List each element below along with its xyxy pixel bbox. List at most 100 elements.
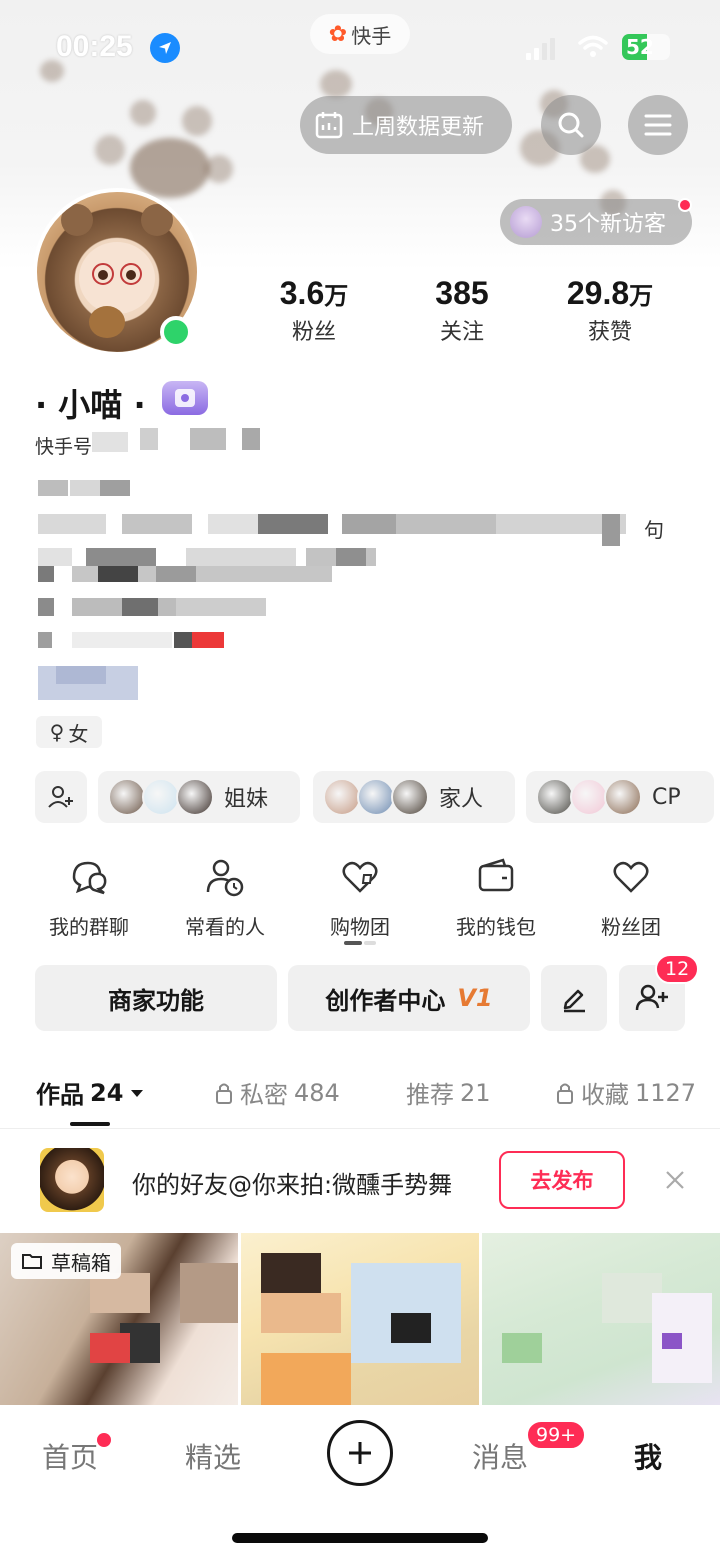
caret-down-icon [131,1089,144,1097]
menu-button[interactable] [628,95,688,155]
avatar [323,778,361,816]
quick-action-group-chat[interactable]: 我的群聊 [34,855,144,940]
stat-likes[interactable]: 29.8万 获赞 [540,275,680,346]
quick-actions-page-indicator [344,941,376,945]
nav-me[interactable]: 我 [634,1436,662,1476]
new-visitors-label: 35个新访客 [550,212,666,237]
frequent-people-icon [206,859,244,897]
creator-center-label: 创作者中心 [325,986,446,1015]
visitor-avatar [510,206,542,238]
kuaishou-logo-icon: ✿ [328,21,348,47]
avatar [570,778,608,816]
relation-chip-cp[interactable]: CP [526,771,714,823]
add-person-icon [635,984,668,1011]
quick-action-frequent-people[interactable]: 常看的人 [170,855,280,940]
video-thumbnail[interactable] [241,1233,479,1405]
merchant-features-label: 商家功能 [108,986,204,1015]
tab-label: 收藏 [581,1081,629,1109]
wifi-icon [578,35,608,57]
relation-label: CP [652,784,681,810]
home-indicator [232,1533,488,1543]
add-relation-button[interactable] [35,771,87,823]
relation-chip-sisters[interactable]: 姐妹 [98,771,300,823]
bio-text-fragment: 句 [644,518,664,542]
quick-action-label: 我的群聊 [49,915,129,939]
calendar-icon [315,112,343,139]
group-chat-icon [72,861,107,895]
stat-value: 385 [435,275,489,311]
app-indicator-label: 快手 [351,23,392,48]
cellular-signal-icon [526,38,555,60]
gender-tag: ♀ 女 [36,716,102,748]
quick-action-wallet[interactable]: 我的钱包 [441,855,551,940]
nav-featured[interactable]: 精选 [185,1436,241,1476]
avatar [176,778,214,816]
tab-count: 24 [90,1078,124,1107]
quick-action-label: 购物团 [330,915,390,939]
merchant-features-button[interactable]: 商家功能 [35,965,277,1031]
invite-text: 你的好友@你来拍:微醺手势舞 [132,1171,453,1199]
edit-pencil-icon [563,989,585,1013]
quick-action-label: 我的钱包 [456,915,536,939]
gender-label: 女 [68,721,89,746]
new-visitors-button[interactable]: 35个新访客 [500,198,692,245]
nav-home[interactable]: 首页 [42,1436,98,1476]
app-indicator[interactable]: ✿ 快手 [310,14,410,54]
draft-box-badge[interactable]: 草稿箱 [11,1243,121,1279]
location-arrow-icon [150,33,180,63]
stat-following[interactable]: 385 关注 [392,275,532,346]
relation-chip-family[interactable]: 家人 [313,771,515,823]
plus-icon [349,1442,371,1464]
online-status-dot [160,316,192,348]
add-person-icon [48,786,73,808]
folder-icon [22,1254,42,1269]
create-button[interactable] [327,1420,393,1486]
publish-button-label: 去发布 [530,1169,594,1193]
stat-value: 29.8万 [566,275,654,311]
fan-club-icon [613,861,649,893]
tab-label: 作品 [36,1081,84,1109]
friend-requests-badge: 12 [655,954,700,984]
avatar [142,778,180,816]
edit-profile-button[interactable] [541,965,607,1031]
nav-messages[interactable]: 消息 [472,1436,528,1476]
video-thumbnail[interactable] [482,1233,720,1405]
bio-mosaic [36,424,656,714]
tab-label: 私密 [240,1081,288,1109]
invite-avatar [40,1148,104,1212]
lock-icon [557,1083,573,1104]
publish-button[interactable]: 去发布 [499,1151,625,1209]
relation-label: 姐妹 [224,787,269,812]
new-visitors-dot [678,198,692,212]
hamburger-menu-icon [644,114,672,136]
active-tab-indicator [70,1122,110,1126]
weekly-data-label: 上周数据更新 [352,115,485,140]
tab-label: 推荐 [406,1081,454,1109]
nav-home-dot [97,1433,111,1447]
quick-action-label: 常看的人 [185,915,265,939]
close-banner-button[interactable] [660,1165,690,1195]
shopping-group-icon [342,861,378,893]
username: · 小喵 · [35,386,146,424]
tab-count: 21 [460,1078,491,1107]
quick-action-fan-club[interactable]: 粉丝团 [576,855,686,940]
relation-label: 家人 [439,787,484,812]
tab-favorites[interactable]: 收藏 1127 [555,1075,696,1110]
stat-value: 3.6万 [279,275,349,311]
verified-badge-icon[interactable] [162,381,208,415]
quick-action-shopping-group[interactable]: 购物团 [305,855,415,940]
tab-private[interactable]: 私密 484 [214,1075,340,1110]
avatar [357,778,395,816]
lock-icon [216,1083,232,1104]
creator-center-button[interactable]: 创作者中心 V1 [288,965,530,1031]
search-button[interactable] [541,95,601,155]
avatar [108,778,146,816]
stat-followers[interactable]: 3.6万 粉丝 [244,275,384,346]
status-time: 00:25 [56,30,133,63]
weekly-data-button[interactable]: 上周数据更新 [300,96,512,154]
tab-recommended[interactable]: 推荐 21 [406,1075,491,1110]
tab-works[interactable]: 作品 24 [36,1075,145,1110]
stat-label: 获赞 [587,320,632,345]
stat-label: 关注 [439,320,484,345]
tab-count: 484 [294,1078,340,1107]
